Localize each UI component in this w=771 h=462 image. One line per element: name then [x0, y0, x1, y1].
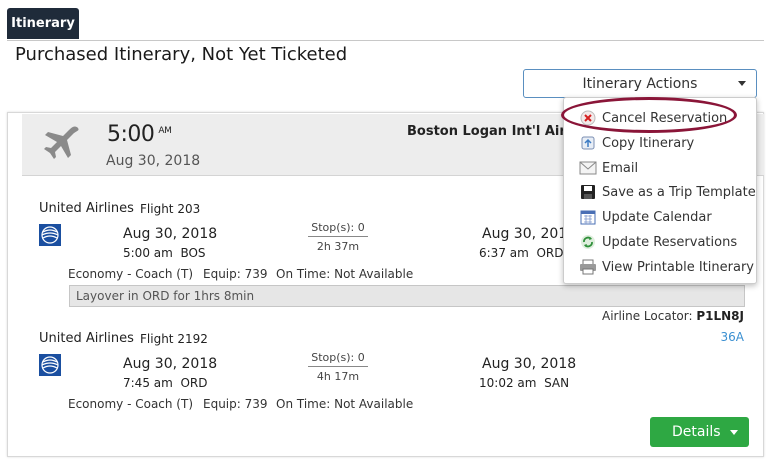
menu-item-view-printable-itinerary[interactable]: View Printable Itinerary	[564, 255, 756, 279]
tab-itinerary[interactable]: Itinerary	[7, 8, 79, 39]
itinerary-actions-button[interactable]: Itinerary Actions	[523, 69, 757, 98]
layover-bar: Layover in ORD for 1hrs 8min	[69, 285, 745, 307]
menu-item-email[interactable]: Email	[564, 156, 756, 180]
itinerary-actions-menu: Cancel Reservation Copy Itinerary Email …	[563, 97, 757, 284]
flight-number: Flight 2192	[140, 332, 208, 346]
tab-divider	[7, 40, 764, 41]
cabin-class: Economy - Coach (T)	[68, 397, 194, 411]
stops-count: Stop(s): 0	[308, 221, 368, 237]
itinerary-actions-label: Itinerary Actions	[582, 75, 698, 92]
arrive-time: 10:02 am SAN	[479, 376, 570, 390]
menu-item-update-reservations[interactable]: Update Reservations	[564, 230, 756, 254]
arrive-airport-code: ORD	[536, 246, 564, 260]
caret-down-icon	[730, 430, 738, 435]
departure-date: Aug 30, 2018	[106, 153, 201, 169]
stops-info: Stop(s): 0 2h 37m	[308, 221, 368, 253]
refresh-icon	[579, 233, 597, 251]
united-logo-icon	[39, 354, 61, 376]
flight-number: Flight 203	[140, 202, 201, 216]
menu-item-cancel-reservation[interactable]: Cancel Reservation	[564, 106, 756, 130]
airline-name: United Airlines	[39, 201, 134, 216]
menu-item-update-calendar[interactable]: Update Calendar	[564, 205, 756, 229]
cancel-x-icon	[579, 109, 597, 127]
arrive-time: 6:37 am ORD	[479, 246, 564, 260]
printer-icon	[579, 258, 597, 276]
details-button[interactable]: Details	[650, 417, 749, 447]
locator-code: P1LN8J	[696, 309, 744, 323]
depart-airport-code: BOS	[180, 246, 206, 260]
depart-time: 7:45 am ORD	[123, 376, 208, 390]
depart-date: Aug 30, 2018	[123, 226, 218, 242]
depart-date: Aug 30, 2018	[123, 356, 218, 372]
page-title: Purchased Itinerary, Not Yet Ticketed	[15, 44, 348, 65]
menu-item-save-trip-template[interactable]: Save as a Trip Template	[564, 180, 756, 204]
equipment: Equip: 739	[203, 397, 268, 411]
details-label: Details	[672, 424, 721, 440]
calendar-icon	[579, 208, 597, 226]
envelope-icon	[579, 159, 597, 177]
departure-time: 5:00 AM	[107, 122, 172, 147]
equipment: Equip: 739	[203, 267, 268, 281]
airline-name: United Airlines	[39, 331, 134, 346]
arrive-airport-code: SAN	[544, 376, 570, 390]
airline-locator: Airline Locator: P1LN8J	[601, 309, 744, 323]
depart-airport-code: ORD	[180, 376, 208, 390]
stops-count: Stop(s): 0	[308, 351, 368, 367]
arrive-date: Aug 30, 2018	[482, 356, 577, 372]
on-time-status: On Time: Not Available	[276, 397, 414, 411]
departure-ampm: AM	[158, 126, 172, 136]
flight-duration: 4h 17m	[316, 370, 360, 383]
united-logo-icon	[39, 224, 61, 246]
cabin-class: Economy - Coach (T)	[68, 267, 194, 281]
stops-info: Stop(s): 0 4h 17m	[308, 351, 368, 383]
menu-item-copy-itinerary[interactable]: Copy Itinerary	[564, 131, 756, 155]
on-time-status: On Time: Not Available	[276, 267, 414, 281]
copy-icon	[579, 134, 597, 152]
flight-duration: 2h 37m	[316, 240, 360, 253]
depart-time: 5:00 am BOS	[123, 246, 206, 260]
floppy-disk-icon	[579, 183, 597, 201]
airplane-icon	[44, 126, 79, 159]
caret-down-icon	[738, 81, 746, 86]
seat-link[interactable]: 36A	[721, 330, 744, 344]
